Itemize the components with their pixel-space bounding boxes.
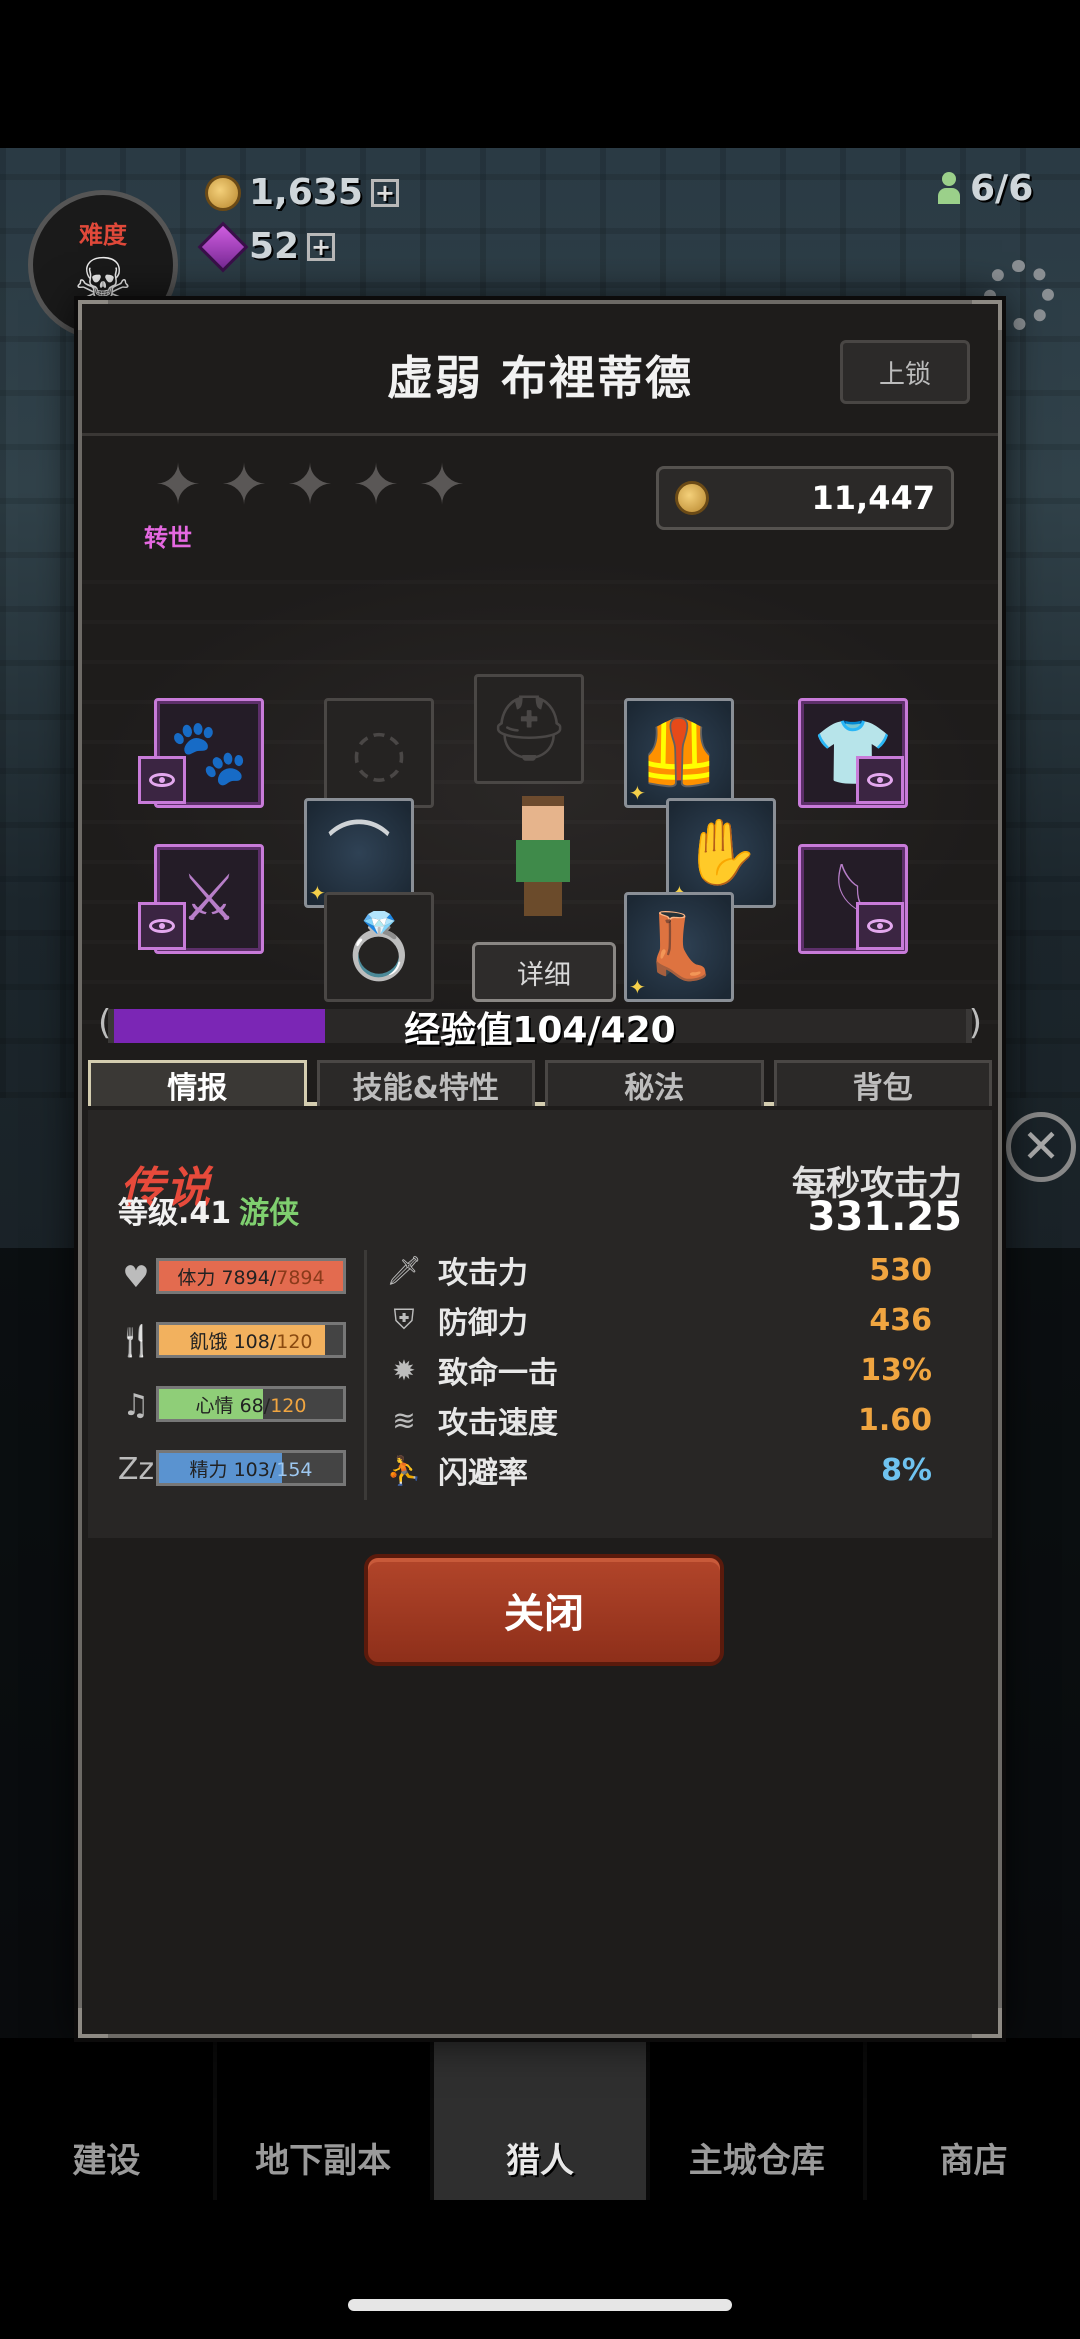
- level-text: 等级.41: [118, 1196, 232, 1231]
- need-row-hunger: 🍴 飢饿 108/120: [116, 1322, 346, 1360]
- music-note-icon: ♫: [122, 1387, 150, 1423]
- eye-icon[interactable]: [138, 756, 186, 804]
- nav-label: 商店: [939, 2141, 1008, 2181]
- tab-arcana[interactable]: 秘法: [545, 1060, 764, 1106]
- stat-name: 致命一击: [438, 1356, 558, 1391]
- shield-icon: ⛨: [393, 1303, 415, 1336]
- stat-name: 闪避率: [438, 1456, 528, 1491]
- lock-button[interactable]: 上锁: [840, 340, 970, 404]
- dialog-header: 虚弱 布裡蒂德 上锁: [82, 304, 998, 436]
- glove-icon: ✋: [681, 816, 761, 890]
- home-indicator[interactable]: [348, 2299, 732, 2311]
- sleep-icon: Zz: [117, 1451, 155, 1487]
- armor-icon: 🦺: [639, 716, 719, 790]
- stat-value: 1.60: [857, 1402, 932, 1438]
- info-panel: 传说 等级.41 游侠 每秒攻击力 331.25 ♥ 体力 7894/7894 🍴…: [88, 1110, 992, 1538]
- nav-label: 猎人: [505, 2141, 574, 2181]
- helmet-slot[interactable]: ⛑: [474, 674, 584, 784]
- stat-row-critical: ✹ 致命一击 13%: [382, 1350, 962, 1392]
- need-bar: 体力 7894/7894: [156, 1258, 346, 1294]
- bow-icon: ⌒: [327, 816, 391, 890]
- stat-name: 攻击速度: [438, 1406, 558, 1441]
- nav-label: 建设: [72, 2141, 141, 2181]
- gem-icon: [197, 221, 249, 272]
- status-bar-area: [0, 0, 1080, 148]
- star-icon: ✦: [352, 453, 400, 518]
- coin-counter[interactable]: 1,635 +: [205, 172, 399, 213]
- hunter-detail-dialog: 虚弱 布裡蒂德 上锁 ✦ ✦ ✦ ✦ ✦ 转世 11,447 🐾 ⚔ 👕 𓆩 ◌…: [78, 300, 1002, 2038]
- nav-label: 主城仓库: [688, 2141, 825, 2181]
- eye-icon[interactable]: [138, 902, 186, 950]
- detail-tabs: 情报 技能&特性 秘法 背包: [88, 1060, 992, 1106]
- nav-label: 地下副本: [255, 2141, 392, 2181]
- necklace-slot[interactable]: ◌: [324, 698, 434, 808]
- ring-icon: 💍: [339, 910, 419, 984]
- ring-slot[interactable]: 💍: [324, 892, 434, 1002]
- necklace-icon: ◌: [351, 716, 407, 790]
- boots-slot[interactable]: 👢 ✦: [624, 892, 734, 1002]
- person-icon: [936, 171, 962, 206]
- tab-info[interactable]: 情报: [88, 1060, 307, 1106]
- sword-icon: 🗡: [386, 1253, 422, 1287]
- gold-value: 11,447: [811, 479, 935, 517]
- star-icon: ✦: [286, 453, 334, 518]
- coin-value: 1,635: [249, 172, 363, 213]
- hunter-avatar[interactable]: [510, 796, 576, 916]
- stat-name: 攻击力: [438, 1256, 528, 1291]
- stat-value: 8%: [881, 1452, 932, 1488]
- sparkle-icon: ✦: [629, 781, 646, 805]
- dps-value: 331.25: [807, 1194, 962, 1240]
- population-value: 6/6: [970, 168, 1034, 209]
- close-icon[interactable]: ✕: [1006, 1112, 1076, 1182]
- stat-row-defense: ⛨ 防御力 436: [382, 1300, 962, 1342]
- gold-display: 11,447: [656, 466, 954, 530]
- tab-inventory[interactable]: 背包: [773, 1060, 992, 1106]
- level-line: 等级.41 游侠: [118, 1188, 299, 1232]
- need-row-stamina: ♥ 体力 7894/7894: [116, 1258, 346, 1296]
- close-button[interactable]: 关闭: [364, 1554, 724, 1666]
- dodge-icon: ⛹: [386, 1453, 422, 1487]
- rebirth-stars: ✦ ✦ ✦ ✦ ✦: [152, 453, 468, 518]
- population-counter: 6/6: [936, 168, 1033, 209]
- need-bar: 精力 103/154: [156, 1450, 346, 1486]
- star-icon: ✦: [220, 453, 268, 518]
- armor-slot[interactable]: 🦺 ✦: [624, 698, 734, 808]
- sparkle-icon: ✦: [629, 975, 646, 999]
- stat-value: 13%: [860, 1352, 932, 1388]
- need-bar: 飢饿 108/120: [156, 1322, 346, 1358]
- add-coins-icon[interactable]: +: [370, 178, 399, 207]
- detail-button[interactable]: 详细: [472, 942, 616, 1002]
- stat-value: 530: [869, 1252, 932, 1288]
- coin-icon: [205, 174, 241, 211]
- coin-icon: [675, 481, 709, 515]
- exp-bar: ( ) 经验值104/420: [98, 1003, 982, 1051]
- boot-icon: 👢: [639, 910, 719, 984]
- stat-row-attack-speed: ≋ 攻击速度 1.60: [382, 1400, 962, 1442]
- exp-text: 经验值104/420: [404, 1010, 676, 1051]
- stat-value: 436: [869, 1302, 932, 1338]
- tab-skills[interactable]: 技能&特性: [316, 1060, 535, 1106]
- divider: [364, 1250, 367, 1500]
- critical-icon: ✹: [392, 1353, 416, 1387]
- need-bar: 心情 68/120: [156, 1386, 346, 1422]
- gem-counter[interactable]: 52 +: [197, 221, 336, 272]
- rebirth-label[interactable]: 转世: [144, 518, 192, 553]
- stat-name: 防御力: [438, 1306, 528, 1341]
- class-text: 游侠: [239, 1196, 300, 1231]
- eye-icon[interactable]: [856, 756, 904, 804]
- stat-row-attack: 🗡 攻击力 530: [382, 1250, 962, 1292]
- eye-icon[interactable]: [856, 902, 904, 950]
- stat-row-dodge: ⛹ 闪避率 8%: [382, 1450, 962, 1492]
- helmet-icon: ⛑: [488, 692, 570, 766]
- heart-icon: ♥: [122, 1259, 150, 1295]
- gem-value: 52: [249, 226, 300, 267]
- fork-knife-icon: 🍴: [117, 1323, 155, 1359]
- sword-icon: ⚔: [180, 862, 238, 936]
- speed-icon: ≋: [392, 1403, 416, 1437]
- star-icon: ✦: [154, 453, 202, 518]
- add-gems-icon[interactable]: +: [307, 232, 336, 261]
- star-icon: ✦: [418, 453, 466, 518]
- need-row-energy: Zz 精力 103/154: [116, 1450, 346, 1488]
- need-row-mood: ♫ 心情 68/120: [116, 1386, 346, 1424]
